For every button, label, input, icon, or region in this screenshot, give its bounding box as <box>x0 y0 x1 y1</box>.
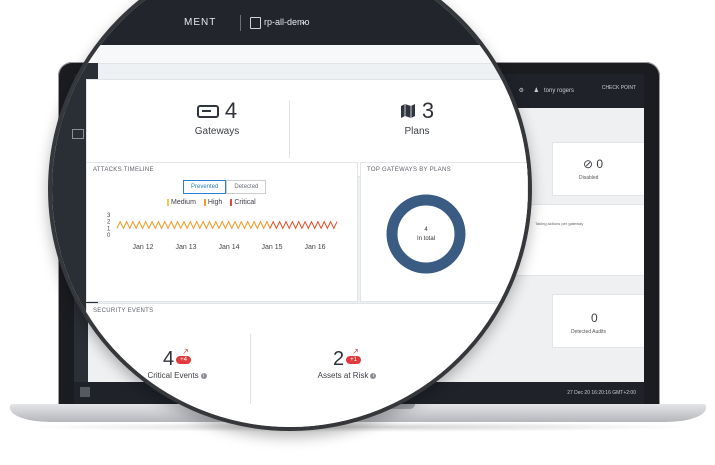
attacks-timeline-title: ATTACKS TIMELINE <box>93 167 154 173</box>
critical-events-count: 4 <box>163 348 175 370</box>
sub-header <box>52 45 528 64</box>
assets-at-risk-label: Assets at Risk <box>317 371 369 380</box>
top-gateways-panel: TOP GATEWAYS BY PLANS 4 In total <box>360 162 528 302</box>
plans-count: 3 <box>421 98 435 123</box>
environment-icon <box>250 17 261 29</box>
x-tick-label: Jan 16 <box>304 244 325 251</box>
disabled-label: Disabled <box>579 175 599 181</box>
events-divider <box>250 334 251 404</box>
donut-total-label: In total <box>417 236 435 242</box>
series-line-critical <box>269 220 338 230</box>
disabled-count: ⊘ 0 <box>583 157 604 171</box>
top-gateways-title: TOP GATEWAYS BY PLANS <box>367 167 451 173</box>
attacks-timeline-panel: ATTACKS TIMELINE Prevented Detected Medi… <box>86 162 358 302</box>
map-icon <box>400 104 415 118</box>
audits-count: 0 <box>591 311 598 325</box>
tab-prevented[interactable]: Prevented <box>183 180 227 194</box>
x-tick-label: Jan 15 <box>261 244 282 251</box>
brand-logo: CHECK POINT <box>601 85 636 91</box>
critical-events-delta-badge: ↗ +4 <box>176 347 191 364</box>
info-icon[interactable]: i <box>370 372 377 379</box>
app-header: MENT rp-all-demo ⌄ <box>52 0 528 45</box>
legend-high[interactable]: High <box>203 199 222 206</box>
critical-events-label: Critical Events <box>147 371 199 380</box>
assets-delta-badge: ↗ +1 <box>346 347 361 364</box>
security-events-title: SECURITY EVENTS <box>93 308 154 314</box>
user-icon[interactable]: ♟ <box>534 87 539 94</box>
detected-audits-card: 0 Detected Audits <box>552 294 644 348</box>
magnifier-circle: MENT rp-all-demo ⌄ 4 Gateways 3 Plans AT… <box>48 0 532 431</box>
tab-detected[interactable]: Detected <box>226 180 267 194</box>
disabled-card: ⊘ 0 Disabled <box>552 142 644 196</box>
y-tick-label: 2 <box>107 220 111 226</box>
y-tick-label: 1 <box>107 226 111 232</box>
plans-stat[interactable]: 3 Plans <box>357 98 477 137</box>
plans-label: Plans <box>404 126 430 137</box>
legend-critical[interactable]: Critical <box>230 199 256 206</box>
assets-at-risk-stat[interactable]: 2 ↗ +1 Assets at Risk i <box>297 347 397 380</box>
y-tick-label: 3 <box>107 213 111 219</box>
info-icon[interactable]: i <box>200 372 207 379</box>
user-menu[interactable]: tony rogers <box>544 88 574 94</box>
x-tick-label: Jan 14 <box>218 244 239 251</box>
assets-at-risk-count: 2 <box>333 348 345 370</box>
gateways-count: 4 <box>224 98 238 123</box>
header-divider <box>240 15 241 31</box>
series-line-high <box>116 220 338 230</box>
gateway-icon <box>196 104 219 118</box>
gateways-label: Gateways <box>194 126 240 137</box>
critical-events-stat[interactable]: 4 ↗ +4 Critical Events i <box>127 347 227 380</box>
attacks-timeline-chart: 3210 Jan 12 Jan 13 Jan 14 Jan 15 Jan 16 <box>107 213 338 251</box>
security-events-panel: SECURITY EVENTS 4 ↗ +4 Critical Events i 2… <box>86 303 528 427</box>
donut-ring <box>386 194 466 274</box>
timeline-legend: Medium High Critical <box>167 199 256 206</box>
timeline-tabs: Prevented Detected <box>183 180 267 194</box>
x-tick-label: Jan 12 <box>132 244 153 251</box>
chevron-down-icon[interactable]: ⌄ <box>300 17 307 26</box>
timestamp: 27 Dec 20 16:20:16 GMT+2:00 <box>567 390 636 396</box>
stat-divider <box>289 100 290 158</box>
donut-total-value: 4 <box>424 227 428 233</box>
app-brand: MENT <box>184 17 217 28</box>
audits-label: Detected Audits <box>571 329 607 335</box>
trend-up-icon: ↗ <box>352 346 359 356</box>
gateway-legend: Taking actions per gateway <box>535 221 584 226</box>
trend-up-icon: ↗ <box>182 346 189 356</box>
y-tick-label: 0 <box>107 233 111 239</box>
sidebar-icon[interactable] <box>72 129 84 139</box>
gateways-stat[interactable]: 4 Gateways <box>157 98 277 137</box>
gateways-donut-chart[interactable]: 4 In total <box>381 189 471 279</box>
x-tick-label: Jan 13 <box>175 244 196 251</box>
legend-medium[interactable]: Medium <box>167 199 196 206</box>
